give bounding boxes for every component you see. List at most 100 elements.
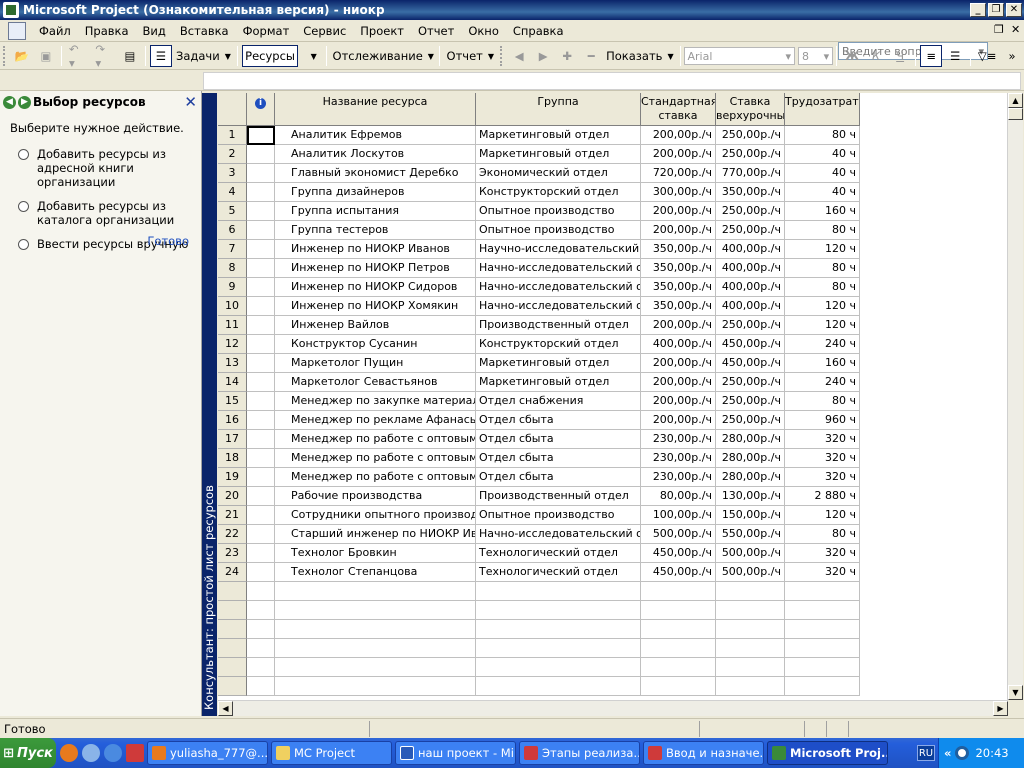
ovt-rate-cell[interactable]: 250,00р./ч [716, 221, 785, 240]
table-row[interactable] [218, 620, 860, 639]
table-row[interactable]: 24 Технолог Степанцова Технологический отд… [218, 563, 860, 582]
save-icon[interactable]: ▣ [35, 45, 57, 67]
indicator-cell[interactable] [247, 620, 275, 639]
table-row[interactable]: 14 Маркетолог Севастьянов Маркетинговый от… [218, 373, 860, 392]
resource-name-cell[interactable]: Старший инженер по НИОКР Ивано [275, 525, 476, 544]
work-cell[interactable]: 80 ч [785, 392, 860, 411]
ovt-rate-cell[interactable]: 130,00р./ч [716, 487, 785, 506]
std-rate-cell[interactable] [641, 620, 716, 639]
work-cell[interactable] [785, 677, 860, 696]
group-cell[interactable]: Отдел сбыта [476, 468, 641, 487]
indicator-cell[interactable] [247, 278, 275, 297]
resource-name-cell[interactable]: Менеджер по работе с оптовыми по [275, 468, 476, 487]
resource-name-cell[interactable] [275, 639, 476, 658]
group-cell[interactable]: Маркетинговый отдел [476, 126, 641, 145]
std-rate-cell[interactable] [641, 639, 716, 658]
ovt-rate-cell[interactable]: 400,00р./ч [716, 240, 785, 259]
indicators-header[interactable]: i [247, 93, 275, 125]
browser-icon[interactable] [104, 744, 122, 762]
work-cell[interactable]: 320 ч [785, 430, 860, 449]
table-row[interactable]: 1 Аналитик Ефремов Маркетинговый отдел 200,… [218, 126, 860, 145]
ovt-rate-cell[interactable]: 250,00р./ч [716, 373, 785, 392]
resource-name-cell[interactable]: Менеджер по рекламе Афанасьев [275, 411, 476, 430]
document-icon[interactable] [8, 21, 26, 40]
group-cell[interactable]: Отдел сбыта [476, 430, 641, 449]
work-cell[interactable]: 120 ч [785, 240, 860, 259]
scroll-right-icon[interactable]: ▶ [993, 701, 1008, 716]
resource-name-cell[interactable]: Конструктор Сусанин [275, 335, 476, 354]
resource-name-cell[interactable]: Менеджер по работе с оптовыми по [275, 449, 476, 468]
work-cell[interactable] [785, 601, 860, 620]
work-cell[interactable]: 80 ч [785, 259, 860, 278]
std-rate-cell[interactable]: 230,00р./ч [641, 449, 716, 468]
std-rate-cell[interactable]: 230,00р./ч [641, 468, 716, 487]
std-rate-cell[interactable] [641, 601, 716, 620]
resource-name-cell[interactable]: Технолог Степанцова [275, 563, 476, 582]
row-index-cell[interactable]: 23 [218, 544, 247, 563]
align-left-icon[interactable]: ≡ [920, 45, 943, 67]
group-cell[interactable]: Конструкторский отдел [476, 183, 641, 202]
row-index-cell[interactable]: 3 [218, 164, 247, 183]
table-row[interactable]: 20 Рабочие производства Производственный о… [218, 487, 860, 506]
work-cell[interactable]: 2 880 ч [785, 487, 860, 506]
std-rate-cell[interactable]: 500,00р./ч [641, 525, 716, 544]
resource-name-cell[interactable]: Аналитик Ефремов [275, 126, 476, 145]
std-rate-cell[interactable]: 230,00р./ч [641, 430, 716, 449]
group-cell[interactable] [476, 620, 641, 639]
radio-button[interactable] [18, 239, 29, 250]
header-name[interactable]: Название ресурса [275, 93, 476, 125]
group-cell[interactable] [476, 658, 641, 677]
work-cell[interactable]: 240 ч [785, 373, 860, 392]
std-rate-cell[interactable]: 200,00р./ч [641, 316, 716, 335]
indicator-cell[interactable] [247, 487, 275, 506]
back-icon[interactable]: ◀ [3, 95, 16, 109]
group-cell[interactable]: Научно-исследовательский от, [476, 240, 641, 259]
table-row[interactable]: 10 Инженер по НИОКР Хомякин Начно-исследов… [218, 297, 860, 316]
indicator-cell[interactable] [247, 259, 275, 278]
entry-field[interactable] [203, 72, 1021, 90]
horizontal-scrollbar[interactable]: ◀ ▶ [218, 700, 1008, 716]
table-row[interactable]: 7 Инженер по НИОКР Иванов Научно-исследова… [218, 240, 860, 259]
row-index-cell[interactable]: 20 [218, 487, 247, 506]
font-size-select[interactable]: 8 ▾ [798, 47, 834, 65]
group-cell[interactable] [476, 601, 641, 620]
forward-icon[interactable]: ▶ [18, 95, 31, 109]
row-index-cell[interactable]: 15 [218, 392, 247, 411]
work-cell[interactable]: 40 ч [785, 145, 860, 164]
work-cell[interactable] [785, 658, 860, 677]
ovt-rate-cell[interactable]: 350,00р./ч [716, 183, 785, 202]
std-rate-cell[interactable]: 350,00р./ч [641, 278, 716, 297]
menu-project[interactable]: Проект [353, 21, 411, 41]
work-cell[interactable]: 120 ч [785, 297, 860, 316]
ovt-rate-cell[interactable]: 550,00р./ч [716, 525, 785, 544]
work-cell[interactable]: 80 ч [785, 525, 860, 544]
work-cell[interactable]: 40 ч [785, 183, 860, 202]
indicator-cell[interactable] [247, 164, 275, 183]
resource-name-cell[interactable]: Инженер Вайлов [275, 316, 476, 335]
header-group[interactable]: Группа [476, 93, 641, 125]
indent-icon[interactable]: ▶ [532, 45, 554, 67]
resource-name-cell[interactable]: Аналитик Лоскутов [275, 145, 476, 164]
close-document-icon[interactable]: ✕ [1011, 23, 1020, 36]
std-rate-cell[interactable]: 350,00р./ч [641, 297, 716, 316]
row-index-cell[interactable] [218, 677, 247, 696]
indicator-cell[interactable] [247, 183, 275, 202]
scroll-left-icon[interactable]: ◀ [218, 701, 233, 716]
close-window-button[interactable]: ✕ [1006, 3, 1022, 17]
open-icon[interactable]: 📂 [11, 45, 33, 67]
resources-dropdown[interactable]: ▼ [300, 45, 322, 67]
work-cell[interactable]: 320 ч [785, 468, 860, 487]
taskbar-item-word[interactable]: наш проект - Mi... [395, 741, 516, 765]
restore-button[interactable]: ❐ [988, 3, 1004, 17]
quicklaunch-icon[interactable] [126, 744, 144, 762]
std-rate-cell[interactable]: 720,00р./ч [641, 164, 716, 183]
radio-button[interactable] [18, 201, 29, 212]
ovt-rate-cell[interactable]: 250,00р./ч [716, 316, 785, 335]
work-cell[interactable] [785, 620, 860, 639]
group-cell[interactable]: Маркетинговый отдел [476, 373, 641, 392]
toolbar-grip[interactable] [3, 46, 7, 66]
table-row[interactable]: 3 Главный экономист Деребко Экономический … [218, 164, 860, 183]
group-cell[interactable]: Технологический отдел [476, 563, 641, 582]
ovt-rate-cell[interactable]: 280,00р./ч [716, 449, 785, 468]
std-rate-cell[interactable]: 400,00р./ч [641, 335, 716, 354]
